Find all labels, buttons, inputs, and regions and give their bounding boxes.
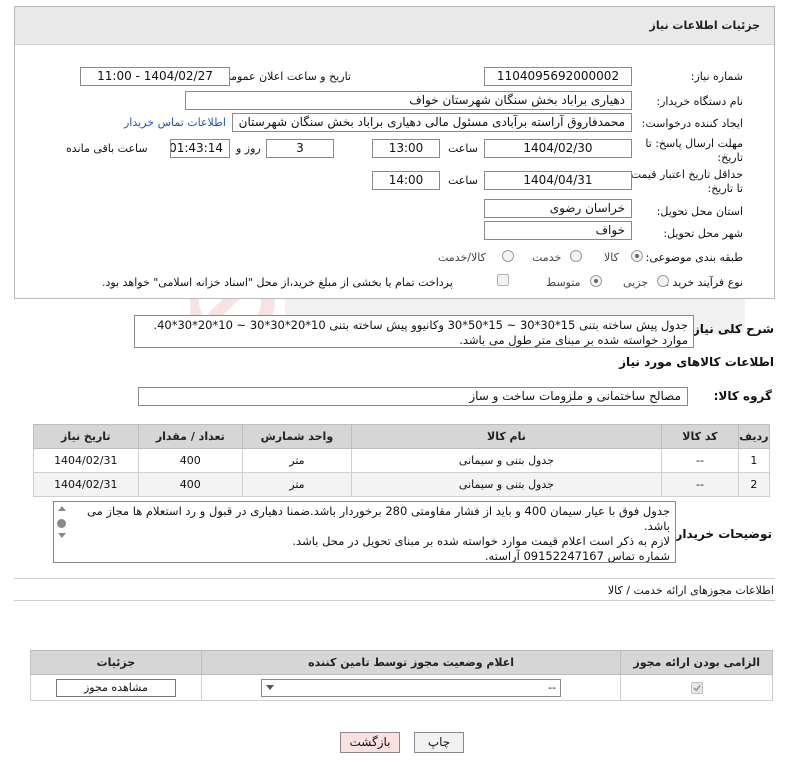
section-divider [14,578,775,579]
description-textarea: جدول پیش ساخته بتنی 15*30*30 ~ 15*50*30 … [134,315,694,348]
cell-qty: 400 [137,448,244,473]
cell-unit: متر [242,448,352,473]
remaining-time-label: ساعت باقی مانده [66,142,148,155]
treasury-payment-checkbox[interactable] [497,274,509,286]
validity-label-2: تا تاریخ: [707,182,743,195]
category-radio-goods-service[interactable] [502,250,514,262]
check-icon [693,684,701,692]
buyer-notes-line-2: باشد. [643,519,670,533]
chevron-down-icon [266,684,275,690]
validity-time-label: ساعت [448,174,478,187]
category-option-service: خدمت [532,251,562,264]
scroll-up-icon[interactable] [58,506,66,511]
deadline-time-label: ساعت [448,142,478,155]
col-permit-details: جزئیات [30,650,202,675]
validity-time-field: 14:00 [372,171,440,190]
cell-row: 2 [737,472,771,497]
permit-status-value: -- [548,680,557,694]
province-label: استان محل تحویل: [656,205,743,218]
section-divider [14,600,775,601]
buyer-org-label: نام دستگاه خریدار: [656,95,743,108]
col-permit-required: الزامی بودن ارائه مجوز [620,650,773,675]
creator-label: ایجاد کننده درخواست: [641,117,743,130]
category-option-goods-service: کالا/خدمت [438,251,486,264]
process-radio-partial[interactable] [657,275,669,287]
cell-row: 1 [737,448,771,473]
deadline-label-1: مهلت ارسال پاسخ: تا [645,137,743,150]
view-permit-button[interactable]: مشاهده مجوز [55,678,176,697]
city-field: خواف [484,221,632,240]
goods-group-label: گروه کالا: [713,389,772,403]
category-label: طبقه بندی موضوعی: [645,251,743,264]
need-number-field: 1104095692000002 [484,67,632,86]
remaining-time-field: 01:43:14 [170,139,230,158]
col-code: کد کالا [661,424,739,449]
cell-qty: 400 [137,472,244,497]
process-option-partial: جزیی [623,276,649,289]
permits-table: الزامی بودن ارائه مجوز اعلام وضعیت مجوز … [30,650,773,701]
goods-group-field: مصالح ساختمانی و ملزومات ساخت و ساز [138,387,688,406]
province-field: خراسان رضوی [484,199,632,218]
page-title: جزئیات اطلاعات نیاز [649,19,761,32]
buyer-notes-line-4: شماره تماس 09152247167 آراسته. [484,549,670,563]
days-label: روز و [236,142,261,155]
category-radio-goods[interactable] [631,250,643,262]
cell-name: جدول بتنی و سیمانی [350,472,663,497]
cell-code: -- [661,472,739,497]
deadline-date-field: 1404/02/30 [484,139,632,158]
buyer-org-field: دهیاری براباد بخش سنگان شهرستان خواف [185,91,632,110]
table-row: -- مشاهده مجوز [30,674,773,701]
cell-code: -- [661,448,739,473]
category-radio-service[interactable] [570,250,582,262]
cell-date: 1404/02/31 [33,448,139,473]
print-button[interactable]: چاپ [414,732,464,753]
col-name: نام کالا [350,424,663,449]
scroll-down-icon[interactable] [58,533,66,538]
buyer-contact-link[interactable]: اطلاعات تماس خریدار [124,116,226,129]
buyer-notes-line-3: لازم به ذکر است اعلام قیمت موارد خواسته … [292,534,670,548]
buyer-notes-line-1: جدول فوق با عیار سیمان 400 و باید از فشا… [87,504,670,518]
scroll-thumb-icon[interactable] [57,519,66,528]
cell-unit: متر [242,472,352,497]
process-label: نوع فرآیند خرید : [665,276,743,289]
goods-table: ردیف کد کالا نام کالا واحد شمارش تعداد /… [33,424,771,497]
process-radio-medium[interactable] [590,275,602,287]
panel-header: جزئیات اطلاعات نیاز [15,7,774,45]
permits-section-title: اطلاعات مجوزهای ارائه خدمت / کالا [607,584,774,597]
buyer-notes-textarea: جدول فوق با عیار سیمان 400 و باید از فشا… [53,501,676,563]
description-label: شرح کلی نیاز: [688,322,774,336]
treasury-payment-note: پرداخت تمام یا بخشی از مبلغ خرید،از محل … [102,276,453,289]
description-line-2: موارد خواسته شده بر مبنای متر طول می باش… [459,333,688,347]
goods-section-title: اطلاعات کالاهای مورد نیاز [619,355,774,369]
deadline-time-field: 13:00 [372,139,440,158]
buyer-notes-label: توضیحات خریدار: [670,527,772,541]
city-label: شهر محل تحویل: [663,227,743,240]
description-line-1: جدول پیش ساخته بتنی 15*30*30 ~ 15*50*30 … [153,318,688,332]
table-row: 1 -- جدول بتنی و سیمانی متر 400 1404/02/… [33,448,771,473]
back-button[interactable]: بازگشت [340,732,400,753]
cell-name: جدول بتنی و سیمانی [350,448,663,473]
creator-field: محمدفاروق آراسته برآبادی مسئول مالی دهیا… [232,113,632,132]
deadline-label-2: تاریخ: [717,151,743,164]
category-option-goods: کالا [604,251,619,264]
need-number-label: شماره نیاز: [690,70,743,83]
table-row: 2 -- جدول بتنی و سیمانی متر 400 1404/02/… [33,472,771,497]
validity-date-field: 1404/04/31 [484,171,632,190]
validity-label-1: حداقل تاریخ اعتبار قیمت: [627,168,743,181]
cell-date: 1404/02/31 [33,472,139,497]
permit-required-checkbox[interactable] [690,682,703,694]
announce-field: 1404/02/27 - 11:00 [80,67,230,86]
col-permit-status: اعلام وضعیت مجوز توسط تامین کننده [200,650,622,675]
days-remaining-field: 3 [266,139,334,158]
col-row: ردیف [737,424,771,449]
process-option-medium: متوسط [546,276,581,289]
col-qty: تعداد / مقدار [137,424,244,449]
permit-status-select[interactable]: -- [261,678,562,697]
announce-label: تاریخ و ساعت اعلان عمومی: [218,70,351,83]
col-date: تاریخ نیاز [33,424,139,449]
col-unit: واحد شمارش [242,424,352,449]
